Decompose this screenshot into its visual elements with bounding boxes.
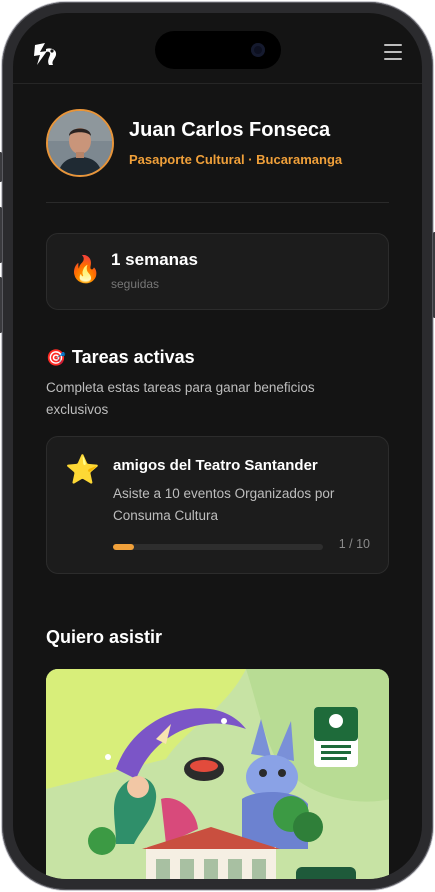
divider	[46, 202, 389, 203]
camera-icon	[251, 43, 265, 57]
task-description: Asiste a 10 eventos Organizados por Cons…	[113, 486, 335, 523]
profile-subtitle: Pasaporte Cultural · Bucaramanga	[129, 152, 343, 167]
event-card[interactable]	[46, 669, 389, 879]
events-heading: Quiero asistir	[46, 627, 163, 647]
dynamic-island	[155, 31, 281, 69]
tasks-title: Tareas activas	[71, 347, 195, 367]
top-bar	[13, 13, 422, 84]
target-icon: 🎯	[46, 350, 66, 367]
action-button	[0, 152, 2, 182]
tasks-heading: 🎯 Tareas activas	[46, 347, 195, 368]
volume-down-button	[0, 277, 2, 333]
task-title: amigos del Teatro Santander	[113, 457, 318, 474]
fire-icon: 🔥	[69, 254, 102, 284]
hamburger-menu-icon[interactable]	[384, 44, 402, 60]
event-poster-image	[46, 669, 389, 879]
star-icon: ⭐	[65, 454, 100, 485]
tasks-description: Completa estas tareas para ganar benefic…	[46, 380, 315, 417]
app-logo[interactable]	[31, 39, 61, 69]
profile-name: Juan Carlos Fonseca	[129, 119, 331, 141]
streak-value: 1 semanas	[111, 250, 198, 269]
streak-card: 🔥 1 semanas seguidas	[46, 233, 389, 310]
phone-frame: Juan Carlos Fonseca Pasaporte Cultural ·…	[0, 2, 435, 890]
screen: Juan Carlos Fonseca Pasaporte Cultural ·…	[13, 13, 422, 879]
volume-up-button	[0, 207, 2, 263]
task-progress-count: 1 / 10	[338, 537, 370, 551]
streak-label: seguidas	[111, 277, 160, 291]
task-card[interactable]: ⭐ amigos del Teatro Santander Asiste a 1…	[46, 436, 389, 574]
task-progress-bar	[113, 544, 323, 550]
task-progress-fill	[113, 544, 134, 550]
avatar[interactable]	[46, 109, 114, 177]
